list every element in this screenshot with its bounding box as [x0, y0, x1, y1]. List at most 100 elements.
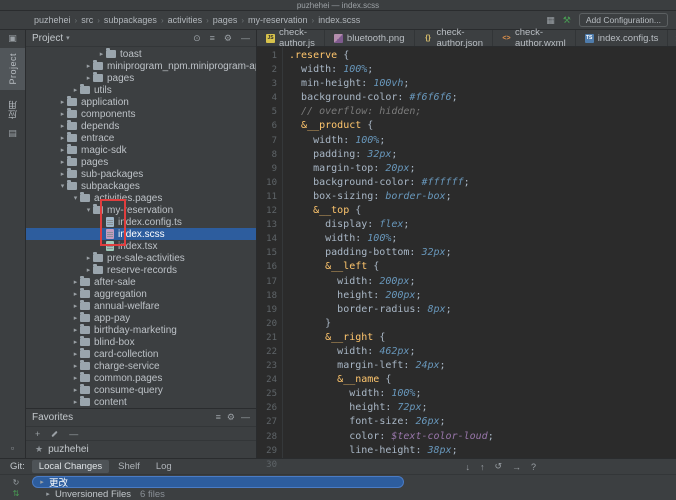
- code-area[interactable]: .reserve { width: 100%; min-height: 100v…: [283, 47, 676, 458]
- tree-item-annual-welfare[interactable]: ▸annual-welfare: [26, 300, 256, 312]
- chevron-right-icon[interactable]: ▸: [71, 386, 80, 394]
- chevron-right-icon[interactable]: ▸: [84, 266, 93, 274]
- tree-item-after-sale[interactable]: ▸after-sale: [26, 276, 256, 288]
- help-icon[interactable]: ?: [531, 462, 536, 472]
- chevron-right-icon[interactable]: ▸: [71, 350, 80, 358]
- structure-tool-icon[interactable]: ▤: [8, 129, 17, 138]
- chevron-right-icon[interactable]: ▸: [71, 374, 80, 382]
- pull-icon[interactable]: ↓: [465, 462, 470, 472]
- tree-item-blind-box[interactable]: ▸blind-box: [26, 336, 256, 348]
- chevron-down-icon[interactable]: ▾: [58, 182, 67, 190]
- breadcrumb-item-puzhehei[interactable]: puzhehei: [34, 15, 71, 25]
- tree-item-pages[interactable]: ▸pages: [26, 72, 256, 84]
- favorites-header[interactable]: Favorites ≡ ⚙ —: [26, 408, 256, 426]
- forward-icon[interactable]: →: [512, 462, 521, 472]
- chevron-right-icon[interactable]: ▸: [84, 74, 93, 82]
- breadcrumb-item-index-scss[interactable]: index.scss: [318, 15, 360, 25]
- tree-item-reserve-records[interactable]: ▸reserve-records: [26, 264, 256, 276]
- editor-tab-check-author-js[interactable]: JScheck-author.js: [257, 30, 325, 46]
- favorites-collapse-icon[interactable]: ≡: [216, 413, 221, 422]
- chevron-right-icon[interactable]: ▸: [71, 398, 80, 406]
- chevron-right-icon[interactable]: ▸: [38, 478, 46, 486]
- git-tab-log[interactable]: Log: [149, 460, 179, 473]
- layout-grid-icon[interactable]: ▦: [546, 16, 555, 25]
- breadcrumb-item-pages[interactable]: pages: [213, 15, 238, 25]
- rollback-icon[interactable]: ↺: [494, 461, 502, 472]
- breadcrumb-item-src[interactable]: src: [81, 15, 93, 25]
- tree-item-utils[interactable]: ▸utils: [26, 84, 256, 96]
- chevron-down-icon[interactable]: ▾: [84, 206, 93, 214]
- tree-item-activities-pages[interactable]: ▾activities.pages: [26, 192, 256, 204]
- chevron-right-icon[interactable]: ▸: [71, 86, 80, 94]
- gear-icon[interactable]: ⚙: [224, 34, 232, 43]
- breadcrumb-item-subpackages[interactable]: subpackages: [104, 15, 157, 25]
- git-tab-shelf[interactable]: Shelf: [111, 460, 147, 473]
- add-favorite-icon[interactable]: +: [35, 429, 40, 439]
- unversioned-files-row[interactable]: ▸ Unversioned Files 6 files: [32, 488, 676, 500]
- chevron-right-icon[interactable]: ▸: [58, 158, 67, 166]
- tree-item-miniprogram-npm-miniprogram-api-prom[interactable]: ▸miniprogram_npm.miniprogram-api-prom: [26, 60, 256, 72]
- tree-item-subpackages[interactable]: ▾subpackages: [26, 180, 256, 192]
- editor-tab-bluetooth-png[interactable]: bluetooth.png: [325, 30, 415, 46]
- breadcrumb-item-activities[interactable]: activities: [168, 15, 203, 25]
- chevron-right-icon[interactable]: ▸: [97, 50, 106, 58]
- chevron-right-icon[interactable]: ▸: [58, 146, 67, 154]
- tree-item-card-collection[interactable]: ▸card-collection: [26, 348, 256, 360]
- chevron-right-icon[interactable]: ▸: [84, 254, 93, 262]
- collapse-all-icon[interactable]: ≡: [210, 34, 215, 43]
- tree-item-application[interactable]: ▸application: [26, 96, 256, 108]
- tree-item-pages[interactable]: ▸pages: [26, 156, 256, 168]
- tool-tab-project[interactable]: Project: [0, 48, 25, 90]
- tree-item-depends[interactable]: ▸depends: [26, 120, 256, 132]
- editor-tab-check-author-wxml[interactable]: <>check-author.wxml: [493, 30, 576, 46]
- changes-row[interactable]: ▸ 更改: [32, 476, 404, 488]
- chevron-right-icon[interactable]: ▸: [71, 362, 80, 370]
- remove-favorite-icon[interactable]: —: [69, 429, 78, 439]
- locate-icon[interactable]: ⊙: [193, 34, 201, 43]
- chevron-right-icon[interactable]: ▸: [58, 98, 67, 106]
- tree-item-pre-sale-activities[interactable]: ▸pre-sale-activities: [26, 252, 256, 264]
- refresh-icon[interactable]: ↻: [13, 478, 20, 487]
- tree-item-index-tsx[interactable]: index.tsx: [26, 240, 256, 252]
- chevron-down-icon[interactable]: ▾: [66, 34, 70, 42]
- push-icon[interactable]: ↑: [480, 462, 485, 472]
- editor-tab-check-author-json[interactable]: {}check-author.json: [415, 30, 493, 46]
- chevron-right-icon[interactable]: ▸: [58, 122, 67, 130]
- breadcrumb-item-my-reservation[interactable]: my-reservation: [248, 15, 308, 25]
- title-bar[interactable]: puzhehei — index.scss: [0, 0, 676, 11]
- tree-item-my-reservation[interactable]: ▾my-reservation: [26, 204, 256, 216]
- tree-item-entrace[interactable]: ▸entrace: [26, 132, 256, 144]
- add-configuration-button[interactable]: Add Configuration...: [579, 13, 668, 27]
- git-tab-local-changes[interactable]: Local Changes: [32, 460, 109, 473]
- tree-item-components[interactable]: ▸components: [26, 108, 256, 120]
- chevron-right-icon[interactable]: ▸: [58, 134, 67, 142]
- chevron-right-icon[interactable]: ▸: [71, 338, 80, 346]
- favorites-hide-icon[interactable]: —: [241, 413, 250, 422]
- tree-item-consume-query[interactable]: ▸consume-query: [26, 384, 256, 396]
- chevron-down-icon[interactable]: ▾: [71, 194, 80, 202]
- chevron-right-icon[interactable]: ▸: [71, 326, 80, 334]
- chevron-right-icon[interactable]: ▸: [71, 278, 80, 286]
- build-hammer-icon[interactable]: ⚒: [563, 16, 571, 25]
- hide-panel-icon[interactable]: —: [241, 34, 250, 43]
- tree-item-charge-service[interactable]: ▸charge-service: [26, 360, 256, 372]
- editor-tab-index-config-ts[interactable]: TSindex.config.ts: [576, 30, 669, 46]
- tree-item-index-scss[interactable]: index.scss: [26, 228, 256, 240]
- chevron-right-icon[interactable]: ▸: [71, 314, 80, 322]
- tree-item-magic-sdk[interactable]: ▸magic-sdk: [26, 144, 256, 156]
- edit-favorite-icon[interactable]: [52, 430, 58, 436]
- tree-item-toast[interactable]: ▸toast: [26, 48, 256, 60]
- tree-item-content[interactable]: ▸content: [26, 396, 256, 408]
- tool-tab-app[interactable]: 应用: [0, 95, 25, 124]
- tree-item-index-config-ts[interactable]: index.config.ts: [26, 216, 256, 228]
- project-panel-title[interactable]: Project: [32, 33, 63, 44]
- tab-overflow-chevron-icon[interactable]: ›: [668, 30, 676, 46]
- tree-item-birthday-marketing[interactable]: ▸birthday-marketing: [26, 324, 256, 336]
- update-arrows-icon[interactable]: ⇅: [13, 489, 20, 498]
- chevron-right-icon[interactable]: ▸: [71, 290, 80, 298]
- tree-item-app-pay[interactable]: ▸app-pay: [26, 312, 256, 324]
- tree-item-common-pages[interactable]: ▸common.pages: [26, 372, 256, 384]
- tree-item-aggregation[interactable]: ▸aggregation: [26, 288, 256, 300]
- chevron-right-icon[interactable]: ▸: [58, 110, 67, 118]
- favorites-gear-icon[interactable]: ⚙: [227, 413, 235, 422]
